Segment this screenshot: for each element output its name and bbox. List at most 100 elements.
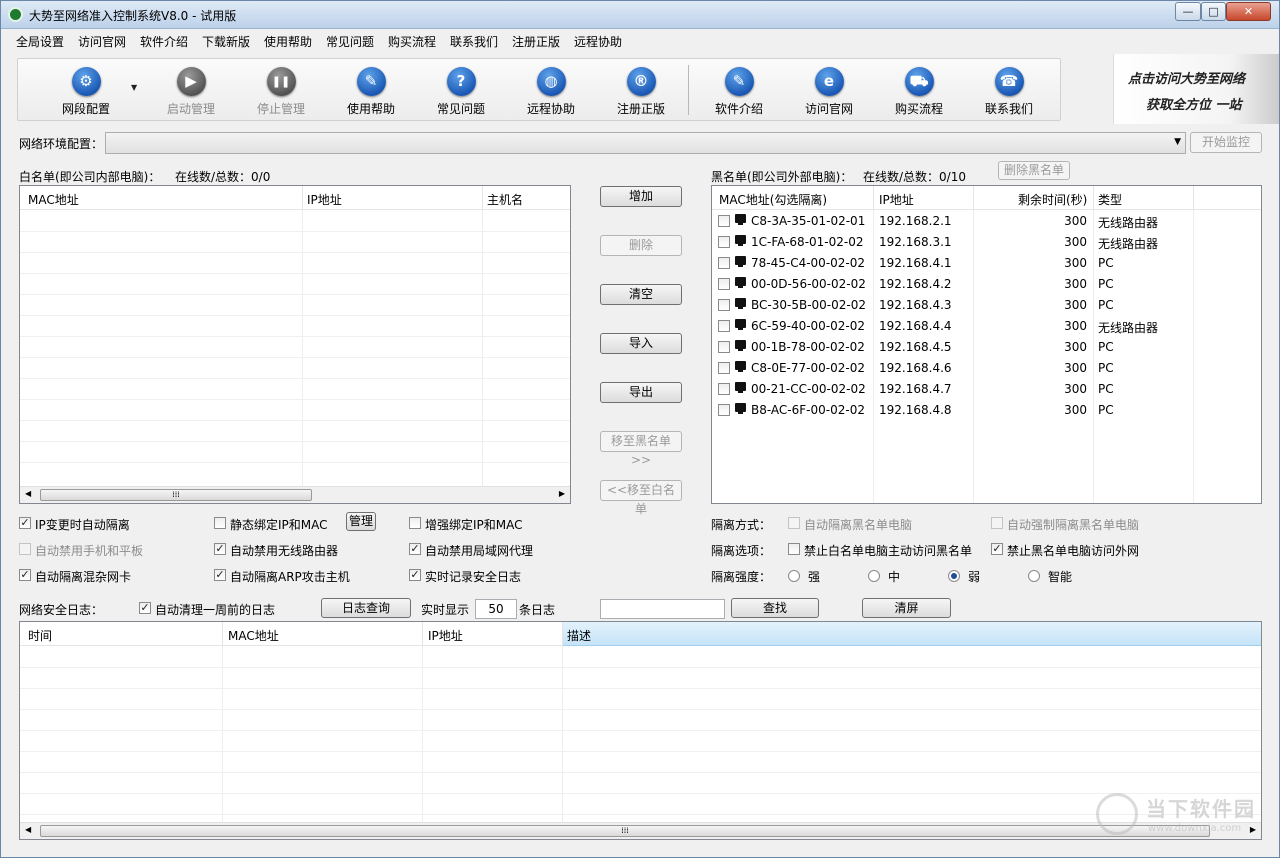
disable-lan-proxy-checkbox[interactable]: ✓ (409, 543, 421, 555)
isolate-checkbox[interactable] (718, 299, 730, 311)
column-mac[interactable]: MAC地址 (28, 191, 79, 208)
disable-mobile-checkbox[interactable] (19, 543, 31, 555)
blacklist-table[interactable]: MAC地址(勾选隔离) IP地址 剩余时间(秒) 类型 C8-3A-35-01-… (711, 185, 1262, 504)
dropdown-arrow-icon[interactable]: ▼ (131, 83, 137, 92)
strength-smart-radio[interactable] (1028, 570, 1040, 582)
log-count-input[interactable]: 50 (475, 599, 517, 619)
start-manage-button[interactable]: ▶ 启动管理 (151, 67, 231, 117)
move-to-blacklist-button[interactable]: 移至黑名单>> (600, 431, 682, 467)
register-button[interactable]: ® 注册正版 (601, 67, 681, 117)
disable-wifi-router-checkbox[interactable]: ✓ (214, 543, 226, 555)
strength-weak-radio[interactable] (948, 570, 960, 582)
help-button[interactable]: ✎ 使用帮助 (331, 67, 411, 117)
add-button[interactable]: 增加 (600, 186, 682, 207)
table-row[interactable]: C8-0E-77-00-02-02 192.168.4.6 300 PC (712, 358, 1261, 379)
scroll-right-icon[interactable]: ▶ (559, 489, 565, 498)
minimize-button[interactable]: — (1175, 2, 1201, 21)
contact-button[interactable]: ☎ 联系我们 (969, 67, 1049, 117)
table-row[interactable]: BC-30-5B-00-02-02 192.168.4.3 300 PC (712, 295, 1261, 316)
isolate-promisc-checkbox[interactable]: ✓ (19, 569, 31, 581)
move-to-whitelist-button[interactable]: <<移至白名单 (600, 480, 682, 516)
column-type[interactable]: 类型 (1098, 191, 1122, 208)
stop-manage-button[interactable]: ❚❚ 停止管理 (241, 67, 321, 117)
security-log-table[interactable]: 时间 MAC地址 IP地址 描述 ◀ ⁞⁞⁞ ▶ (19, 621, 1262, 840)
start-monitor-button[interactable]: 开始监控 (1190, 132, 1262, 153)
table-row[interactable]: C8-3A-35-01-02-01 192.168.2.1 300 无线路由器 (712, 211, 1261, 232)
horizontal-scrollbar[interactable]: ◀ ⁞⁞⁞ ▶ (20, 486, 570, 503)
isolate-checkbox[interactable] (718, 320, 730, 332)
menu-help[interactable]: 使用帮助 (264, 33, 312, 50)
network-env-select[interactable]: ▼ (105, 132, 1186, 154)
close-button[interactable]: ✕ (1226, 2, 1271, 21)
column-time[interactable]: 时间 (28, 627, 52, 644)
menu-download[interactable]: 下载新版 (202, 33, 250, 50)
auto-clean-log-checkbox[interactable]: ✓ (139, 602, 151, 614)
realtime-log-checkbox[interactable]: ✓ (409, 569, 421, 581)
table-row[interactable]: 1C-FA-68-01-02-02 192.168.3.1 300 无线路由器 (712, 232, 1261, 253)
import-button[interactable]: 导入 (600, 333, 682, 354)
table-row[interactable]: 00-0D-56-00-02-02 192.168.4.2 300 PC (712, 274, 1261, 295)
isolate-checkbox[interactable] (718, 383, 730, 395)
strength-strong-radio[interactable] (788, 570, 800, 582)
isolate-checkbox[interactable] (718, 215, 730, 227)
purchase-button[interactable]: ⛟ 购买流程 (879, 67, 959, 117)
auto-isolate-black-checkbox[interactable] (788, 517, 800, 529)
find-button[interactable]: 查找 (731, 598, 819, 618)
faq-button[interactable]: ? 常见问题 (421, 67, 501, 117)
export-button[interactable]: 导出 (600, 382, 682, 403)
software-intro-button[interactable]: ✎ 软件介绍 (699, 67, 779, 117)
scroll-left-icon[interactable]: ◀ (25, 489, 31, 498)
scroll-thumb[interactable]: ⁞⁞⁞ (40, 489, 312, 501)
maximize-button[interactable]: □ (1201, 2, 1226, 21)
clear-button[interactable]: 清空 (600, 284, 682, 305)
ip-change-isolate-checkbox[interactable]: ✓ (19, 517, 31, 529)
network-config-button[interactable]: ⚙ 网段配置 (46, 67, 126, 117)
strength-medium-radio[interactable] (868, 570, 880, 582)
force-isolate-black-checkbox[interactable] (991, 517, 1003, 529)
isolate-checkbox[interactable] (718, 362, 730, 374)
forbid-white-access-checkbox[interactable] (788, 543, 800, 555)
table-row[interactable]: 6C-59-40-00-02-02 192.168.4.4 300 无线路由器 (712, 316, 1261, 337)
table-row[interactable]: 78-45-C4-00-02-02 192.168.4.1 300 PC (712, 253, 1261, 274)
delete-blacklist-button[interactable]: 删除黑名单 (998, 161, 1070, 180)
table-row[interactable]: 00-1B-78-00-02-02 192.168.4.5 300 PC (712, 337, 1261, 358)
horizontal-scrollbar[interactable]: ◀ ⁞⁞⁞ ▶ (20, 822, 1261, 839)
menu-purchase[interactable]: 购买流程 (388, 33, 436, 50)
table-row[interactable]: B8-AC-6F-00-02-02 192.168.4.8 300 PC (712, 400, 1261, 421)
menu-remote[interactable]: 远程协助 (574, 33, 622, 50)
isolate-checkbox[interactable] (718, 278, 730, 290)
column-ip[interactable]: IP地址 (879, 191, 914, 208)
column-description-header[interactable]: 描述 (563, 622, 1261, 646)
column-remaining-time[interactable]: 剩余时间(秒) (1018, 191, 1087, 208)
promo-banner[interactable]: 点击访问大势至网络 获取全方位 一站 (1113, 54, 1279, 124)
scroll-left-icon[interactable]: ◀ (25, 825, 31, 834)
menu-visit-site[interactable]: 访问官网 (78, 33, 126, 50)
forbid-black-internet-checkbox[interactable]: ✓ (991, 543, 1003, 555)
menu-global-settings[interactable]: 全局设置 (16, 33, 64, 50)
manage-button[interactable]: 管理 (346, 512, 376, 531)
enhance-bind-checkbox[interactable] (409, 517, 421, 529)
menu-register[interactable]: 注册正版 (512, 33, 560, 50)
log-search-input[interactable] (600, 599, 725, 619)
menu-faq[interactable]: 常见问题 (326, 33, 374, 50)
isolate-checkbox[interactable] (718, 341, 730, 353)
clear-screen-button[interactable]: 清屏 (862, 598, 951, 618)
column-mac-isolate[interactable]: MAC地址(勾选隔离) (719, 191, 827, 208)
isolate-checkbox[interactable] (718, 404, 730, 416)
menu-software-intro[interactable]: 软件介绍 (140, 33, 188, 50)
isolate-checkbox[interactable] (718, 257, 730, 269)
column-ip[interactable]: IP地址 (428, 627, 463, 644)
menu-contact[interactable]: 联系我们 (450, 33, 498, 50)
isolate-arp-checkbox[interactable]: ✓ (214, 569, 226, 581)
scroll-thumb[interactable]: ⁞⁞⁞ (40, 825, 1210, 837)
isolate-checkbox[interactable] (718, 236, 730, 248)
table-row[interactable]: 00-21-CC-00-02-02 192.168.4.7 300 PC (712, 379, 1261, 400)
delete-button[interactable]: 删除 (600, 235, 682, 256)
column-ip[interactable]: IP地址 (307, 191, 342, 208)
whitelist-table[interactable]: MAC地址 IP地址 主机名 ◀ ⁞⁞⁞ ▶ (19, 185, 571, 504)
log-query-button[interactable]: 日志查询 (321, 598, 411, 618)
remote-assist-button[interactable]: ◍ 远程协助 (511, 67, 591, 117)
static-bind-checkbox[interactable] (214, 517, 226, 529)
column-mac[interactable]: MAC地址 (228, 627, 279, 644)
visit-site-button[interactable]: e 访问官网 (789, 67, 869, 117)
